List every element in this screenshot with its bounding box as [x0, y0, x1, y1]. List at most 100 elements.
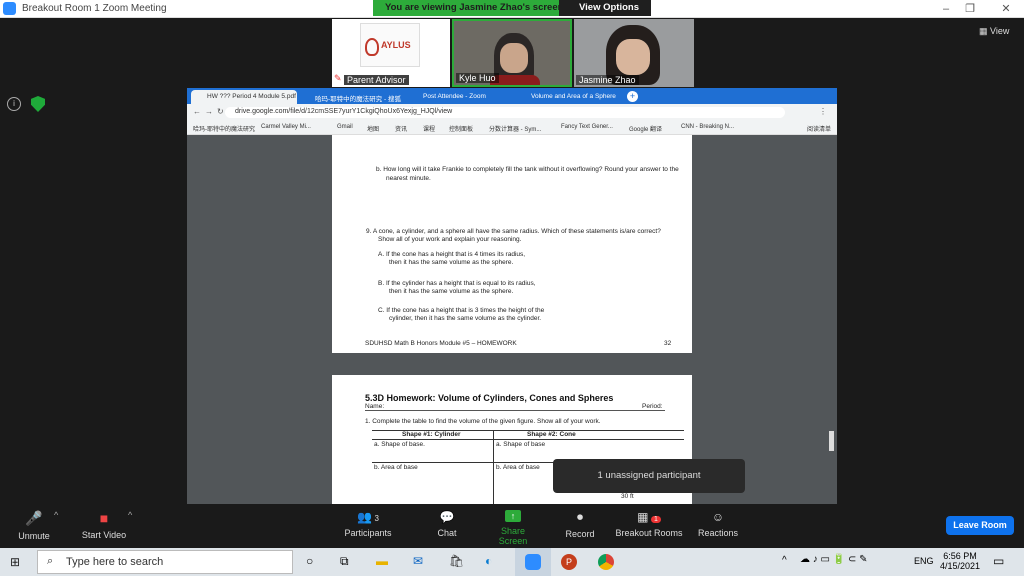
bookmark-item[interactable]: Carmel Valley Mi... — [261, 124, 311, 130]
url-field[interactable]: drive.google.com/file/d/12cmSSE7yurY1Ckg… — [225, 107, 785, 118]
row-a-cylinder: a. Shape of base. — [374, 441, 425, 448]
participant-name: Parent Advisor — [344, 75, 409, 85]
participants-icon: 👥 — [357, 510, 372, 524]
close-button[interactable]: ✕ — [994, 1, 1018, 17]
bookmark-item[interactable]: 阅读清单 — [807, 124, 831, 133]
powerpoint-icon[interactable]: P — [561, 554, 577, 570]
option-c: C. If the cone has a height that is 3 ti… — [378, 307, 545, 314]
mic-muted-icon: ✎ — [334, 73, 342, 83]
participant-name: Kyle Huo — [456, 73, 499, 83]
page-footer: SDUHSD Math B Honors Module #5 – HOMEWOR… — [365, 340, 517, 347]
start-video-button[interactable]: ■ Start Video — [81, 510, 127, 540]
record-icon: ⏺ — [576, 510, 583, 524]
bookmark-item[interactable]: Google 翻译 — [629, 124, 662, 133]
participant-tile[interactable]: Jasmine Zhao — [574, 19, 694, 87]
row-a-cone: a. Shape of base — [496, 441, 546, 448]
tray-chevron-icon[interactable]: ^ — [782, 555, 787, 566]
language-indicator[interactable]: ENG — [914, 556, 934, 566]
pdf-viewer[interactable]: b. How long will it take Frankie to comp… — [187, 135, 837, 508]
view-button[interactable]: ▦ View — [979, 26, 1009, 37]
reload-icon[interactable]: ↻ — [217, 107, 224, 116]
zoom-taskbar-icon[interactable] — [515, 548, 551, 576]
shared-browser-window: HW ??? Period 4 Module 5.pdf 哈玛-耶特中的魔法研究… — [187, 88, 837, 508]
option-b-cont: then it has the same volume as the spher… — [389, 288, 514, 295]
back-icon[interactable]: ← — [193, 107, 201, 116]
tab-zoom[interactable]: Post Attendee - Zoom — [407, 90, 513, 104]
chat-button[interactable]: 💬 Chat — [436, 510, 458, 538]
address-bar-row: ← → ↻ drive.google.com/file/d/12cmSSE7yu… — [187, 104, 837, 121]
mic-muted-icon: 🎤 — [25, 510, 43, 526]
windows-taskbar: ⊞ ⌕ Type here to search ○ ⧉ ▬ ✉ 🛍 ◐ P ^ … — [0, 548, 1024, 576]
task-view-icon[interactable]: ⧉ — [340, 554, 349, 569]
unmute-button[interactable]: 🎤 Unmute — [18, 510, 50, 541]
col-cone: Shape #2: Cone — [527, 431, 576, 438]
share-screen-icon: ↑ — [505, 510, 521, 522]
bookmark-item[interactable]: Fancy Text Gener... — [561, 124, 613, 130]
person-face — [500, 43, 528, 73]
pdf-page-32: b. How long will it take Frankie to comp… — [332, 135, 692, 353]
screen-share-banner: You are viewing Jasmine Zhao's screen Vi… — [373, 0, 651, 29]
search-icon: ⌕ — [47, 555, 54, 567]
notification-icon[interactable]: ▭ — [993, 554, 1004, 568]
viewing-text: You are viewing Jasmine Zhao's screen — [385, 2, 564, 13]
bookmark-item[interactable]: 课程 — [423, 124, 435, 133]
participants-count: 3 — [374, 514, 379, 523]
bookmark-item[interactable]: 地图 — [367, 124, 379, 133]
page-number: 32 — [664, 340, 672, 347]
bookmark-item[interactable]: CNN - Breaking N... — [681, 124, 734, 130]
participant-tile-active[interactable]: Kyle Huo — [452, 19, 572, 87]
option-a-cont: then it has the same volume as the spher… — [389, 259, 514, 266]
maximize-button[interactable]: ❐ — [958, 1, 982, 17]
tab-hw-pdf[interactable]: HW ??? Period 4 Module 5.pdf — [191, 90, 297, 104]
forward-icon[interactable]: → — [205, 107, 213, 116]
file-explorer-icon[interactable]: ▬ — [376, 554, 388, 568]
meeting-toolbar: 🎤 Unmute ^ ■ Start Video ^ 👥 3 Participa… — [0, 504, 1024, 548]
video-options-icon[interactable]: ^ — [128, 510, 132, 520]
bookmarks-bar: 哈玛-耶特中的魔法研究 Carmel Valley Mi... Gmail 地图… — [187, 121, 837, 135]
store-icon[interactable]: 🛍 — [449, 554, 464, 568]
name-line — [365, 410, 665, 411]
windows-start-icon[interactable]: ⊞ — [10, 555, 20, 569]
info-icon[interactable]: i — [7, 97, 21, 111]
question-8b: b. How long will it take Frankie to comp… — [376, 166, 679, 173]
edge-icon[interactable]: ◐ — [485, 554, 492, 568]
breakout-rooms-icon: ▦ — [637, 510, 649, 524]
bookmark-item[interactable]: 控制面板 — [449, 124, 473, 133]
leave-room-button[interactable]: Leave Room — [946, 516, 1014, 535]
clock[interactable]: 6:56 PM 4/15/2021 — [940, 551, 980, 571]
tab-article[interactable]: 哈玛-耶特中的魔法研究 - 搜狐 — [299, 90, 405, 104]
bookmark-item[interactable]: 资讯 — [395, 124, 407, 133]
record-button[interactable]: ⏺ Record — [565, 510, 595, 539]
participant-tile[interactable]: AYLUS ✎ Parent Advisor — [332, 19, 450, 87]
tray-icons[interactable]: ☁ ♪ ▭ 🔋 ⊂ ✎ — [800, 554, 868, 565]
view-options-button[interactable]: View Options ⌄ — [559, 0, 651, 29]
cortana-icon[interactable]: ○ — [306, 554, 313, 568]
question-8b-cont: nearest minute. — [386, 175, 431, 182]
breakout-rooms-button[interactable]: ▦ 1 Breakout Rooms — [614, 510, 684, 538]
grid-icon: ▦ — [979, 26, 988, 36]
new-tab-icon[interactable]: + — [627, 91, 638, 102]
taskbar-search-input[interactable]: ⌕ Type here to search — [37, 550, 293, 574]
mail-icon[interactable]: ✉ — [413, 554, 423, 568]
minimize-button[interactable]: – — [934, 1, 958, 17]
cone-dimension: 30 ft — [621, 493, 634, 500]
option-c-cont: cylinder, then it has the same volume as… — [389, 315, 542, 322]
tab-strip: HW ??? Period 4 Module 5.pdf 哈玛-耶特中的魔法研究… — [187, 88, 837, 104]
bookmark-item[interactable]: Gmail — [337, 124, 353, 130]
video-off-icon: ■ — [99, 510, 109, 526]
reactions-button[interactable]: ☺ Reactions — [697, 510, 739, 538]
person-face — [616, 39, 650, 75]
menu-icon[interactable]: ⋮ — [819, 107, 827, 116]
unassigned-participant-tooltip: 1 unassigned participant — [553, 459, 745, 493]
share-screen-button[interactable]: ↑ Share Screen — [486, 510, 540, 546]
bookmark-item[interactable]: 哈玛-耶特中的魔法研究 — [193, 124, 255, 133]
name-label: Name: — [365, 403, 385, 410]
aylus-logo: AYLUS — [360, 23, 420, 67]
scrollbar-thumb[interactable] — [829, 431, 834, 451]
row-b-cone: b. Area of base — [496, 464, 540, 471]
audio-options-icon[interactable]: ^ — [54, 510, 58, 520]
participants-button[interactable]: 👥 3 Participants — [344, 510, 392, 538]
tab-sphere[interactable]: Volume and Area of a Sphere — [515, 90, 621, 104]
chrome-icon[interactable] — [598, 554, 614, 570]
bookmark-item[interactable]: 分数计算器 - Sym... — [489, 124, 541, 133]
